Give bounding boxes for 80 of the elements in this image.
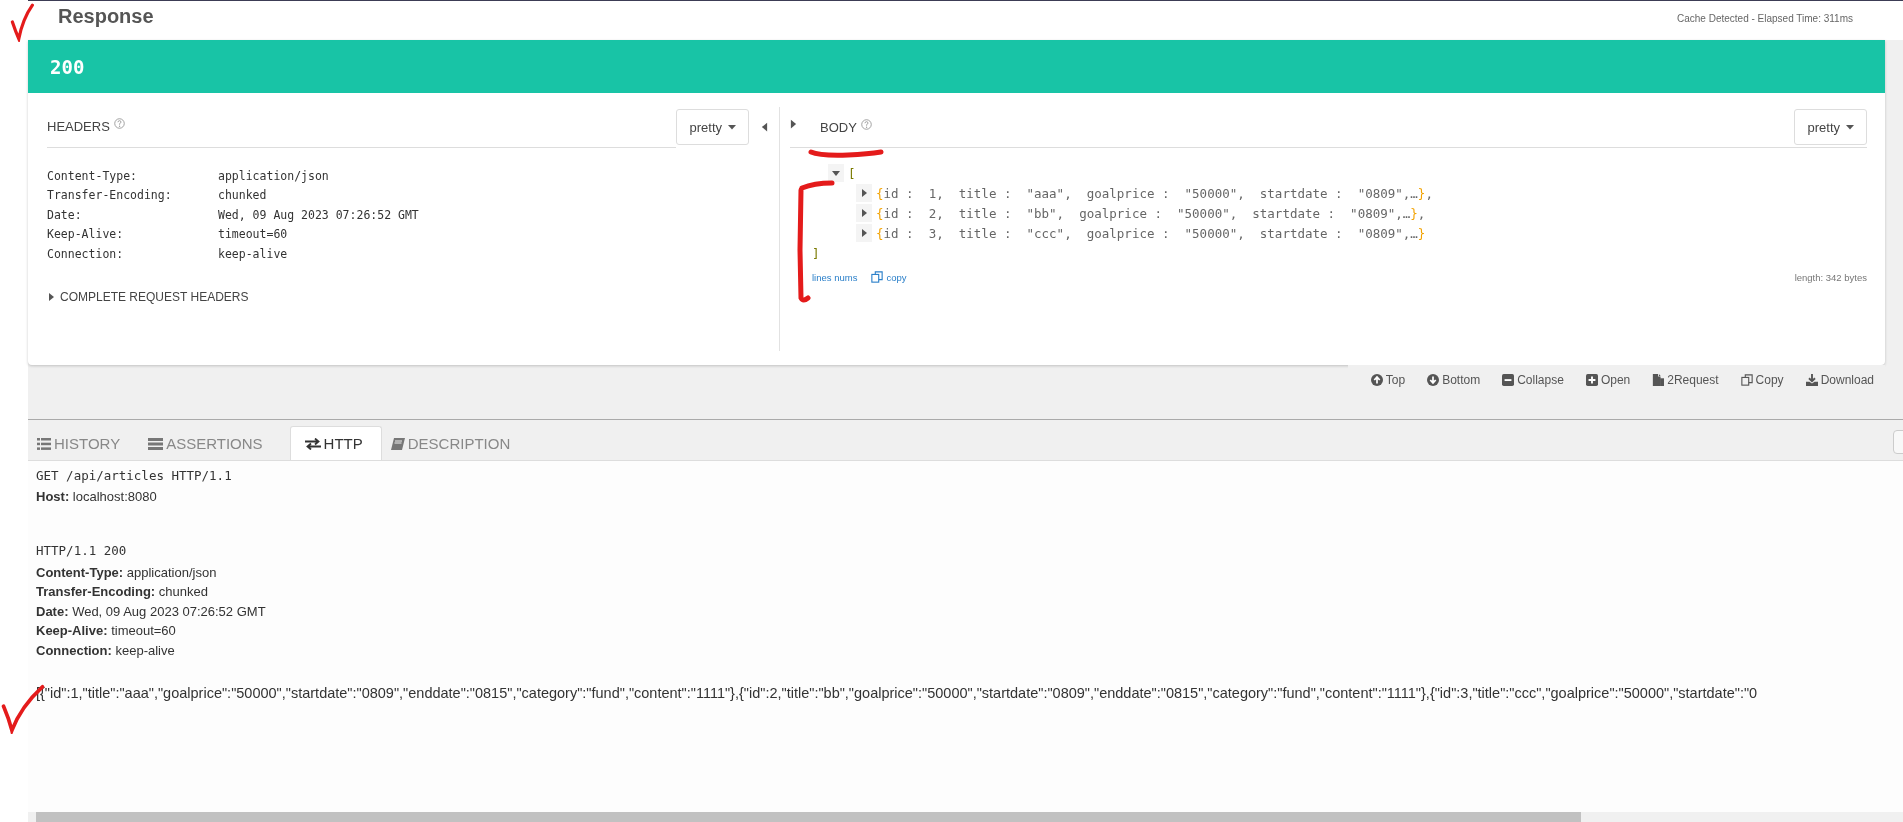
arrow-down-circle-icon bbox=[1427, 374, 1440, 386]
json-brace: { bbox=[876, 185, 884, 201]
toggle[interactable] bbox=[856, 184, 872, 202]
header-value: chunked bbox=[218, 188, 267, 203]
format-dropdown[interactable]: pretty bbox=[676, 109, 749, 145]
toolbar-button[interactable]: Collapse bbox=[1491, 373, 1575, 387]
length-text: length: 342 bytes bbox=[1794, 271, 1867, 283]
caret-right-icon bbox=[860, 229, 868, 237]
header-value: Wed, 09 Aug 2023 07:26:52 GMT bbox=[218, 207, 419, 222]
server-icon bbox=[148, 437, 164, 450]
json-object-summary: id : 3, title : "ccc", goalprice : "50000", startdate : "0809",… bbox=[883, 225, 1418, 241]
line-numbers-link[interactable]: lines nums bbox=[812, 271, 858, 283]
caret-down-icon bbox=[1846, 124, 1854, 130]
http-header-line: Date: Wed, 09 Aug 2023 07:26:52 GMT bbox=[36, 602, 267, 621]
caret-down-icon bbox=[832, 169, 840, 177]
json-comma: , bbox=[1417, 205, 1426, 221]
header-value: application/json bbox=[218, 168, 329, 183]
header-name: Content-Type: bbox=[47, 168, 138, 183]
tab[interactable]: HTTP bbox=[289, 426, 382, 460]
panel-title: BODY bbox=[820, 119, 857, 135]
expand-right-icon bbox=[790, 119, 797, 129]
scrollbar-thumb[interactable] bbox=[36, 812, 1581, 822]
header-name: Keep-Alive: bbox=[47, 227, 125, 242]
plus-square-icon bbox=[1585, 374, 1598, 386]
toolbar-button[interactable]: 2Request bbox=[1641, 373, 1730, 387]
exchange-arrows-icon bbox=[304, 437, 321, 450]
book-icon bbox=[390, 437, 405, 450]
elapsed-time-text: Cache Detected - Elapsed Time: 311ms bbox=[1677, 13, 1853, 24]
toolbar-button[interactable]: Top bbox=[1359, 373, 1417, 387]
documents-icon bbox=[1652, 374, 1665, 386]
http-header-line: Host: localhost:8080 bbox=[36, 488, 158, 507]
json-bracket: ] bbox=[812, 245, 820, 261]
status-line: HTTP/1.1 200 bbox=[36, 542, 128, 560]
json-object-summary: id : 1, title : "aaa", goalprice : "50000", startdate : "0809",… bbox=[883, 185, 1418, 201]
header-value: timeout=60 bbox=[218, 227, 288, 242]
http-header-line: Connection: keep-alive bbox=[36, 641, 176, 660]
toolbar-button[interactable]: Bottom bbox=[1416, 373, 1492, 387]
panel-title: HEADERS bbox=[47, 119, 110, 134]
caret-right-icon bbox=[860, 209, 868, 217]
toolbar-button[interactable]: Download bbox=[1794, 373, 1885, 387]
json-brace: { bbox=[876, 225, 884, 241]
toggle[interactable] bbox=[856, 204, 872, 222]
json-brace: { bbox=[876, 205, 884, 221]
help-icon bbox=[860, 118, 872, 130]
toggle[interactable] bbox=[828, 164, 844, 182]
response-body-text: [{"id":1,"title":"aaa","goalprice":"50000","startdate":"0809","enddate":"0815","category":"fund","content":"1111"},{"id":2,"title":"bb","goalprice":"50000","startdate":"0809","enddate":"0815","category":"fund","content":"1111"},{"id":3,"title":"ccc","goalprice":"50000","startdate":"0 bbox=[36, 685, 1759, 701]
arrow-up-circle-icon bbox=[1370, 374, 1383, 386]
collapse-left-icon bbox=[760, 122, 768, 132]
toolbar-button[interactable]: Copy bbox=[1729, 373, 1795, 387]
http-header-line: Keep-Alive: timeout=60 bbox=[36, 622, 177, 641]
request-line: GET /api/articles HTTP/1.1 bbox=[36, 466, 233, 485]
copy-icon bbox=[1740, 374, 1753, 386]
header-value: keep-alive bbox=[218, 246, 288, 261]
toggle[interactable] bbox=[856, 224, 872, 242]
copy-link[interactable]: copy bbox=[871, 271, 907, 283]
toolbar-button[interactable]: Open bbox=[1574, 373, 1642, 387]
json-comma: , bbox=[1425, 185, 1433, 201]
header-name: Transfer-Encoding: bbox=[47, 188, 173, 203]
help-icon bbox=[113, 118, 125, 129]
format-dropdown[interactable]: pretty bbox=[1794, 109, 1867, 145]
json-brace: } bbox=[1417, 185, 1426, 201]
http-header-line: Transfer-Encoding: chunked bbox=[36, 583, 209, 602]
caret-down-icon bbox=[728, 124, 736, 130]
json-brace: } bbox=[1410, 205, 1418, 221]
list-icon bbox=[37, 437, 51, 450]
http-header-line: Content-Type: application/json bbox=[36, 563, 218, 582]
check-mark-annotation bbox=[10, 2, 34, 42]
json-bracket: [ bbox=[848, 165, 856, 181]
json-object-summary: id : 2, title : "bb", goalprice : "50000", startdate : "0809",… bbox=[883, 205, 1411, 221]
minus-square-icon bbox=[1502, 374, 1515, 386]
caret-right-icon bbox=[860, 189, 868, 197]
status-code-bar: 200 bbox=[28, 40, 1885, 93]
expand-toggle[interactable]: COMPLETE REQUEST HEADERS bbox=[47, 289, 249, 304]
json-brace: } bbox=[1417, 225, 1426, 241]
caret-right-icon bbox=[47, 292, 55, 301]
section-title: Response bbox=[58, 5, 154, 28]
copy-icon bbox=[871, 271, 884, 283]
header-name: Date: bbox=[47, 207, 83, 222]
header-name: Connection: bbox=[47, 246, 125, 261]
download-icon bbox=[1805, 374, 1818, 386]
